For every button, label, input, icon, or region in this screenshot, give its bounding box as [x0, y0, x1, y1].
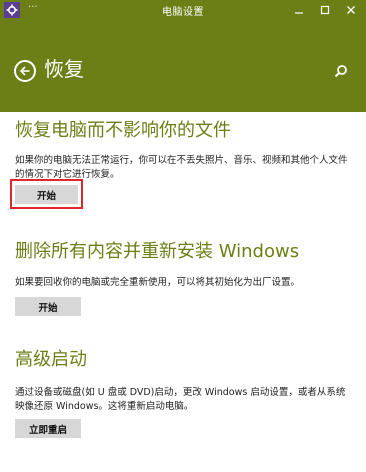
- section-description-reset: 如果要回收你的电脑或完全重新使用，可以将其初始化为出厂设置。: [15, 277, 301, 288]
- search-button[interactable]: [334, 63, 350, 79]
- section-description-refresh: 如果你的电脑无法正常运行，你可以在不丢失照片、音乐、视频和其他个人文件的情况下对…: [15, 155, 348, 180]
- back-arrow-icon: [19, 66, 30, 76]
- minimize-icon: [295, 12, 303, 14]
- search-icon: [334, 65, 347, 78]
- start-reset-button[interactable]: 开始: [15, 297, 81, 316]
- close-button[interactable]: [338, 0, 364, 20]
- restart-now-button[interactable]: 立即重启: [15, 419, 81, 438]
- section-heading-refresh: 恢复电脑而不影响你的文件: [15, 120, 231, 141]
- title-bar: ··· 电脑设置: [0, 0, 366, 20]
- recovery-content: 恢复电脑而不影响你的文件 如果你的电脑无法正常运行，你可以在不丢失照片、音乐、视…: [0, 112, 366, 472]
- minimize-button[interactable]: [286, 0, 312, 20]
- close-icon: [347, 6, 355, 14]
- highlight-box: [10, 179, 83, 209]
- maximize-button[interactable]: [312, 0, 338, 20]
- section-heading-advanced-startup: 高级启动: [15, 349, 87, 370]
- maximize-icon: [320, 5, 330, 15]
- section-heading-reset: 删除所有内容并重新安装 Windows: [15, 241, 300, 262]
- section-description-advanced-startup: 通过设备或磁盘(如 U 盘或 DVD)启动，更改 Windows 启动设置，或者…: [15, 387, 346, 412]
- back-button[interactable]: [14, 60, 36, 82]
- page-header: 恢复: [0, 20, 366, 112]
- page-title: 恢复: [44, 57, 84, 81]
